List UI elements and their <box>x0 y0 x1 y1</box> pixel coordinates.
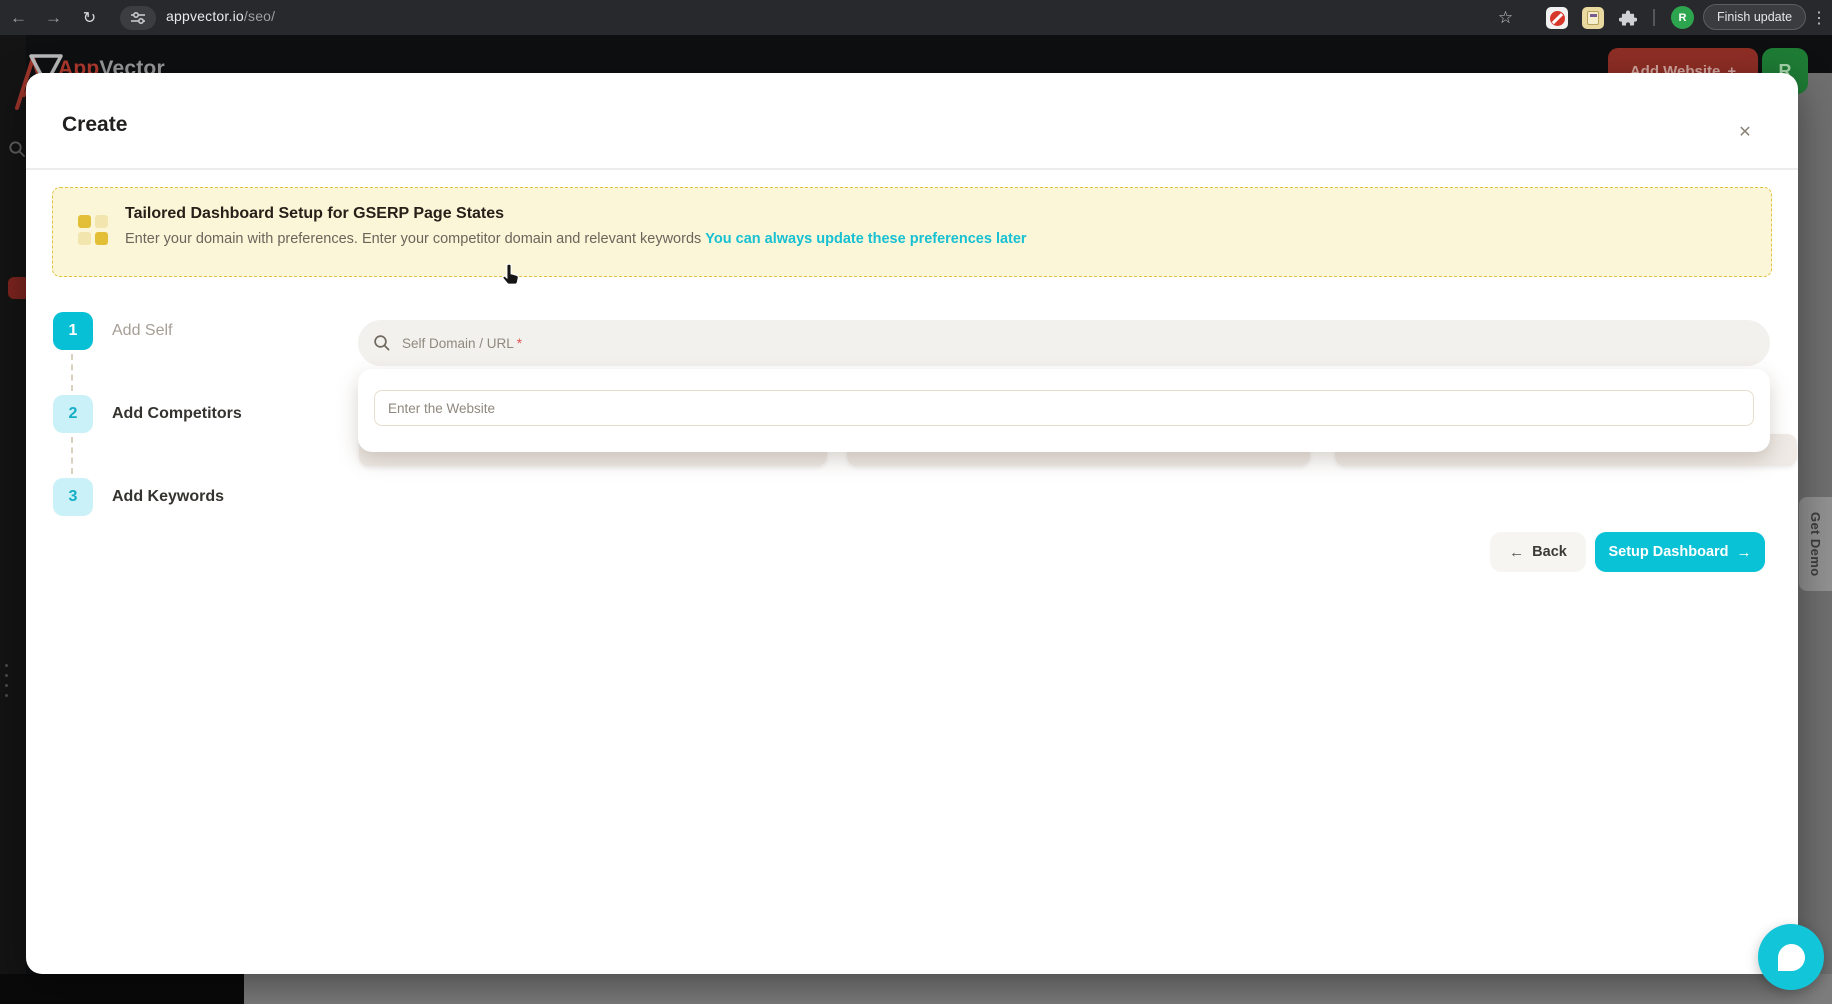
dashboard-grid-icon <box>78 215 108 245</box>
required-asterisk: * <box>517 336 522 351</box>
url-host: appvector.io <box>166 8 244 24</box>
search-icon <box>373 334 391 352</box>
site-info-icon[interactable] <box>120 6 156 30</box>
extensions-puzzle-icon[interactable] <box>1616 6 1640 30</box>
banner-link[interactable]: You can always update these preferences … <box>705 231 1026 247</box>
close-icon[interactable]: ✕ <box>1732 119 1758 145</box>
step-2-badge[interactable]: 2 <box>53 395 93 433</box>
browser-forward-icon[interactable]: → <box>40 4 67 31</box>
browser-back-icon[interactable]: ← <box>5 4 32 31</box>
info-banner: Tailored Dashboard Setup for GSERP Page … <box>52 187 1772 277</box>
step-1-badge[interactable]: 1 <box>53 312 93 350</box>
header-divider <box>26 168 1798 170</box>
step-3-label[interactable]: Add Keywords <box>112 488 224 506</box>
step-connector <box>71 354 73 391</box>
next-arrow-icon: → <box>1737 544 1752 561</box>
step-1-label[interactable]: Add Self <box>112 322 172 340</box>
browser-toolbar: ← → ↻ appvector.io/seo/ ☆ R Finish updat… <box>0 0 1832 35</box>
back-button[interactable]: ← Back <box>1490 532 1586 572</box>
step-connector <box>71 437 73 474</box>
overlay-bottom-sidebar <box>0 974 244 1004</box>
tune-icon <box>130 11 146 25</box>
puzzle-glyph <box>1619 9 1637 27</box>
extension-notes-icon[interactable] <box>1582 7 1604 29</box>
browser-reload-icon[interactable]: ↻ <box>76 4 103 31</box>
toolbar-separator <box>1653 9 1655 26</box>
finish-update-label: Finish update <box>1717 10 1792 24</box>
search-dropdown-panel <box>358 369 1770 452</box>
app-header-background <box>0 35 1832 73</box>
setup-dashboard-button[interactable]: Setup Dashboard → <box>1595 532 1765 572</box>
page-icon <box>1587 11 1599 25</box>
finish-update-button[interactable]: Finish update <box>1703 4 1806 30</box>
website-input[interactable] <box>374 390 1754 426</box>
chat-launcher-button[interactable] <box>1758 924 1824 990</box>
banner-description-text: Enter your domain with preferences. Ente… <box>125 231 705 247</box>
url-path: /seo/ <box>244 8 275 24</box>
modal-title: Create <box>62 113 127 137</box>
get-demo-label: Get Demo <box>1808 512 1823 577</box>
bookmark-star-icon[interactable]: ☆ <box>1492 4 1519 31</box>
sidebar-search-icon[interactable] <box>8 140 26 163</box>
create-modal: Create ✕ Tailored Dashboard Setup for GS… <box>26 73 1798 974</box>
banner-description: Enter your domain with preferences. Ente… <box>125 231 1027 247</box>
back-label: Back <box>1532 544 1567 560</box>
self-domain-search-field[interactable]: Self Domain / URL * <box>358 320 1770 366</box>
browser-menu-icon[interactable]: ⋮ <box>1810 6 1828 30</box>
no-sign-icon <box>1550 11 1565 26</box>
step-3-badge[interactable]: 3 <box>53 478 93 516</box>
browser-profile-avatar[interactable]: R <box>1671 6 1694 29</box>
setup-label: Setup Dashboard <box>1608 544 1728 560</box>
back-arrow-icon: ← <box>1509 544 1524 561</box>
app-sidebar-background <box>0 35 26 974</box>
sidebar-dots <box>5 664 8 704</box>
banner-title: Tailored Dashboard Setup for GSERP Page … <box>125 205 504 223</box>
step-2-label[interactable]: Add Competitors <box>112 405 242 423</box>
self-domain-label: Self Domain / URL <box>402 336 514 351</box>
overlay-bottom-content <box>244 974 1832 1004</box>
address-bar[interactable]: appvector.io/seo/ <box>166 8 275 24</box>
extension-blocker-icon[interactable] <box>1546 7 1568 29</box>
get-demo-tab[interactable]: Get Demo <box>1799 497 1832 591</box>
chat-bubble-icon <box>1778 944 1805 971</box>
screen: ← → ↻ appvector.io/seo/ ☆ R Finish updat… <box>0 0 1832 1004</box>
